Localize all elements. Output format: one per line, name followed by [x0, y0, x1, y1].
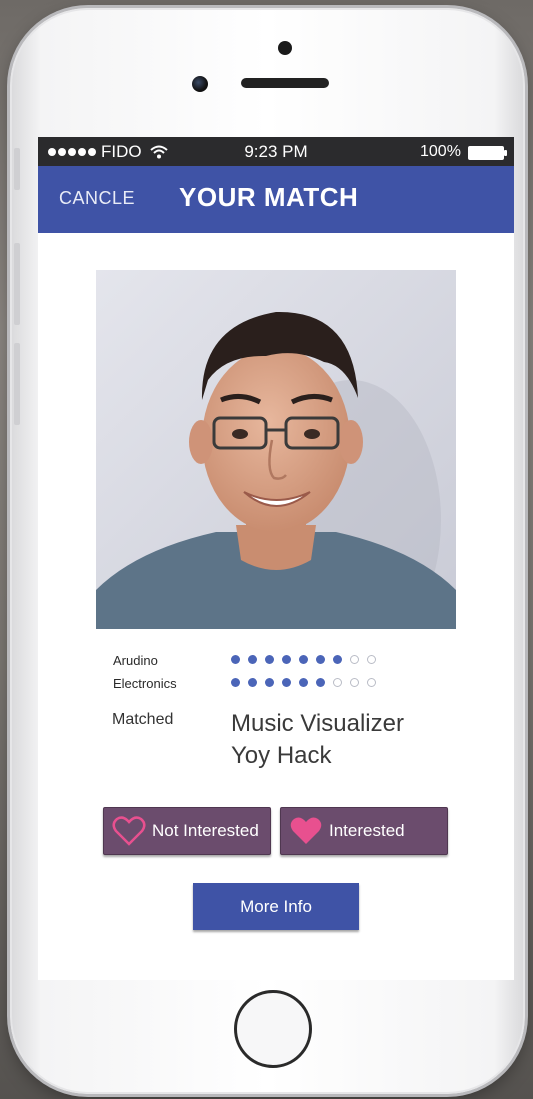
skill-label: Electronics: [113, 676, 177, 691]
rating-dot-filled: [231, 655, 240, 664]
rating-dot-empty: [367, 678, 376, 687]
interested-button[interactable]: Interested: [280, 807, 448, 855]
rating-dot-empty: [350, 678, 359, 687]
more-info-button[interactable]: More Info: [193, 883, 359, 930]
earpiece-speaker: [241, 78, 329, 88]
proximity-sensor: [278, 41, 292, 55]
rating-dot-filled: [265, 655, 274, 664]
home-button[interactable]: [234, 990, 312, 1068]
status-bar: FIDO 9:23 PM 100%: [38, 137, 514, 166]
rating-dot-filled: [316, 678, 325, 687]
volume-down-button: [14, 343, 20, 425]
rating-dot-filled: [265, 678, 274, 687]
heart-outline-icon: [112, 816, 146, 846]
rating-dot-empty: [350, 655, 359, 664]
skill-rating-arduino: [231, 655, 384, 664]
not-interested-button[interactable]: Not Interested: [103, 807, 271, 855]
heart-filled-icon: [290, 817, 322, 844]
front-camera: [192, 76, 208, 92]
not-interested-label: Not Interested: [152, 821, 259, 840]
battery-icon: [468, 146, 507, 160]
nav-bar: CANCLE YOUR MATCH: [38, 166, 514, 233]
page-title: YOUR MATCH: [179, 182, 359, 212]
volume-up-button: [14, 243, 20, 325]
cancel-button[interactable]: CANCLE: [59, 188, 135, 209]
rating-dot-filled: [282, 655, 291, 664]
rating-dot-filled: [299, 678, 308, 687]
rating-dot-empty: [333, 678, 342, 687]
interested-label: Interested: [329, 821, 405, 840]
matched-label: Matched: [112, 711, 174, 728]
rating-dot-filled: [333, 655, 342, 664]
skill-rating-electronics: [231, 678, 384, 687]
rating-dot-filled: [248, 678, 257, 687]
rating-dot-filled: [316, 655, 325, 664]
skill-label: Arudino: [113, 653, 158, 668]
mute-switch: [14, 148, 20, 190]
rating-dot-filled: [248, 655, 257, 664]
app-screen: FIDO 9:23 PM 100% CANCLE YOUR MATCH Arud…: [38, 137, 514, 980]
rating-dot-filled: [282, 678, 291, 687]
battery-percent: 100%: [420, 143, 461, 160]
rating-dot-empty: [367, 655, 376, 664]
rating-dot-filled: [299, 655, 308, 664]
matched-project-event: Yoy Hack: [231, 742, 332, 769]
rating-dot-filled: [231, 678, 240, 687]
matched-project-title: Music Visualizer: [231, 710, 404, 737]
profile-photo: [96, 270, 456, 629]
